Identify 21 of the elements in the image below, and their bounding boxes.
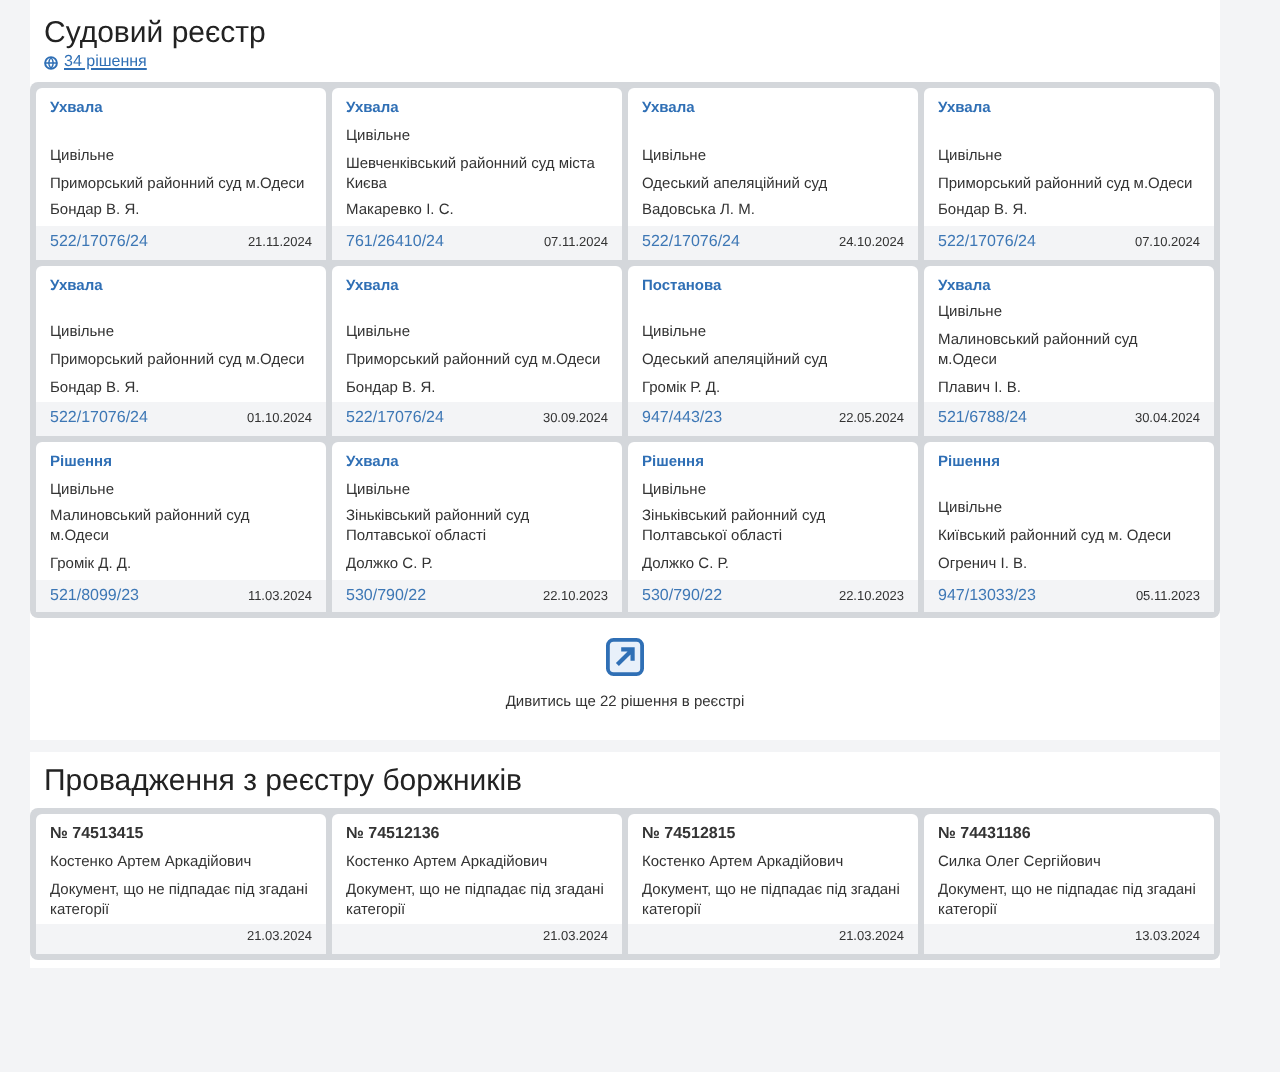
case-number-link[interactable]: 761/26410/24 [346, 232, 444, 254]
case-number-link[interactable]: 522/17076/24 [50, 232, 148, 254]
case-number-link[interactable]: 522/17076/24 [938, 232, 1036, 254]
section-title: Судовий реєстр [42, 16, 268, 52]
decisions-count-link[interactable]: 34 рішення [30, 52, 147, 73]
case-number-link[interactable]: 530/790/22 [642, 585, 723, 606]
proceeding-number: № 74431186 [938, 823, 1033, 845]
proceeding-number: № 74513415 [50, 823, 146, 845]
section-title: Провадження з реєстру боржників [42, 763, 525, 800]
external-link-icon[interactable] [606, 638, 644, 676]
case-number-link[interactable]: 947/13033/23 [938, 585, 1036, 606]
globe-icon [44, 55, 58, 70]
case-number-link[interactable]: 521/8099/23 [50, 585, 139, 606]
case-number-link[interactable]: 530/790/22 [346, 585, 427, 606]
case-number-link[interactable]: 947/443/23 [642, 408, 723, 430]
proceeding-number: № 74512136 [346, 823, 442, 845]
case-number-link[interactable]: 522/17076/24 [642, 232, 740, 254]
case-number-link[interactable]: 522/17076/24 [50, 408, 148, 430]
case-number-link[interactable]: 522/17076/24 [346, 408, 444, 430]
case-number-link[interactable]: 521/6788/24 [938, 408, 1027, 430]
proceeding-number: № 74512815 [642, 823, 738, 845]
